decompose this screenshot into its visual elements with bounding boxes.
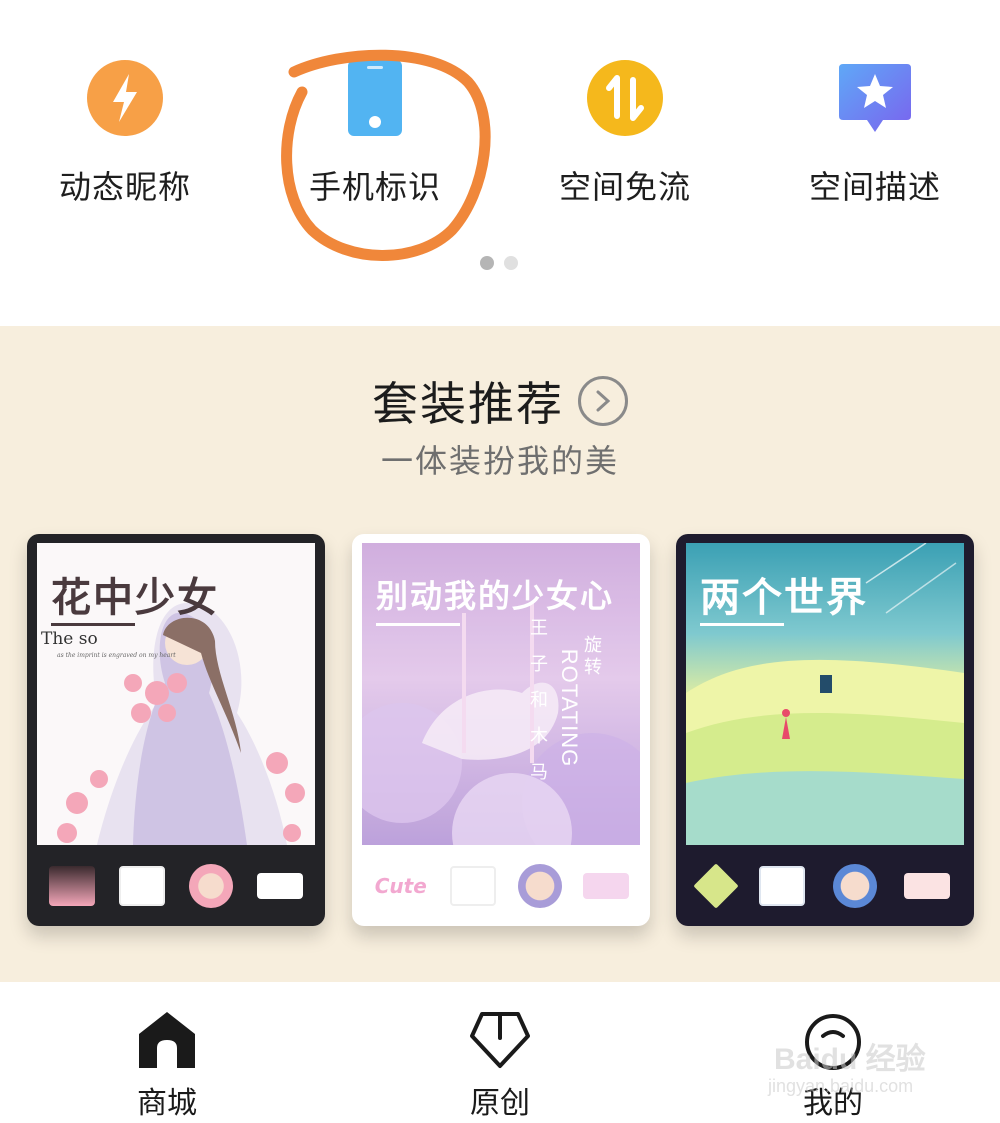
feature-dynamic-nickname[interactable]: 动态昵称 bbox=[0, 58, 250, 208]
profile-icon bbox=[801, 1008, 865, 1072]
suit-card-flower-girl[interactable]: 花中少女 The so as the imprint is engraved o… bbox=[27, 534, 325, 926]
item-thumb-card bbox=[759, 866, 806, 906]
nav-label: 商城 bbox=[137, 1086, 197, 1121]
item-thumb-avatar bbox=[832, 864, 877, 908]
data-transfer-icon bbox=[585, 58, 665, 138]
suit-card-art: 花中少女 The so as the imprint is engraved o… bbox=[37, 543, 315, 845]
suit-title: 套装推荐 bbox=[372, 377, 564, 431]
star-bubble-icon bbox=[835, 58, 915, 138]
pager-dot-active bbox=[480, 256, 494, 270]
card-art-subcaption: as the imprint is engraved on my heart bbox=[57, 652, 176, 659]
suit-card-items bbox=[686, 858, 964, 914]
item-thumb-bubble bbox=[904, 873, 951, 899]
pager-dot bbox=[504, 256, 518, 270]
suit-recommendation: 套装推荐 一体装扮我的美 花中少女 The so as the imprint … bbox=[0, 326, 1000, 982]
item-thumb-diamond bbox=[693, 863, 739, 909]
card-art-caption: The so bbox=[41, 629, 98, 649]
suit-card-art: 别动我的少女心 旋转 ROTATING 王子和木马 bbox=[362, 543, 640, 845]
card-art-subcaption: ROTATING bbox=[557, 648, 583, 768]
suit-card-items bbox=[37, 858, 315, 914]
suit-card-title: 两个世界 bbox=[700, 575, 868, 621]
suit-header[interactable]: 套装推荐 bbox=[0, 368, 1000, 434]
bottom-nav: 商城 原创 我的 bbox=[0, 982, 1000, 1123]
feature-phone-badge[interactable]: 手机标识 bbox=[250, 58, 500, 208]
suit-card-title: 别动我的少女心 bbox=[376, 577, 615, 615]
nav-tab-shop[interactable]: 商城 bbox=[67, 1008, 267, 1122]
feature-label: 空间免流 bbox=[558, 168, 691, 206]
nav-label: 我的 bbox=[803, 1086, 863, 1121]
nav-tab-mine[interactable]: 我的 bbox=[733, 1008, 933, 1122]
card-art-caption: 旋转 bbox=[584, 635, 602, 678]
item-thumb-bubble bbox=[583, 873, 630, 899]
item-thumb-avatar bbox=[517, 864, 562, 908]
home-icon bbox=[135, 1008, 199, 1072]
pager-dots bbox=[480, 256, 518, 270]
nav-tab-original[interactable]: 原创 bbox=[400, 1008, 600, 1122]
title-rule bbox=[700, 623, 784, 626]
chevron-right-icon[interactable] bbox=[578, 376, 628, 426]
feature-zone-description[interactable]: 空间描述 bbox=[750, 58, 1000, 208]
item-thumb-card bbox=[119, 866, 165, 906]
item-thumb-card bbox=[450, 866, 497, 906]
pentagon-icon bbox=[468, 1008, 532, 1072]
feature-label: 空间描述 bbox=[808, 168, 941, 206]
feature-grid: 动态昵称 手机标识 空间免流 空间描述 bbox=[0, 0, 1000, 326]
card-art-vertical-text: 王子和木马 bbox=[530, 618, 548, 783]
feature-label: 动态昵称 bbox=[58, 168, 191, 206]
item-thumb-pendant bbox=[49, 866, 95, 906]
suit-subtitle: 一体装扮我的美 bbox=[380, 442, 619, 480]
item-thumb-badge: Cute bbox=[374, 874, 427, 898]
title-rule bbox=[376, 623, 460, 626]
lightning-icon bbox=[85, 58, 165, 138]
feature-label: 手机标识 bbox=[308, 168, 441, 206]
suit-card-art: 两个世界 bbox=[686, 543, 964, 845]
suit-card-title: 花中少女 bbox=[51, 575, 219, 621]
title-rule bbox=[51, 623, 135, 626]
feature-zone-free-data[interactable]: 空间免流 bbox=[500, 58, 750, 208]
item-thumb-avatar bbox=[189, 864, 233, 908]
item-thumb-bubble bbox=[257, 873, 303, 899]
suit-card-girl-heart[interactable]: 别动我的少女心 旋转 ROTATING 王子和木马 Cute bbox=[352, 534, 650, 926]
suit-card-items: Cute bbox=[362, 858, 640, 914]
phone-icon bbox=[335, 58, 415, 138]
suit-card-two-worlds[interactable]: 两个世界 bbox=[676, 534, 974, 926]
nav-label: 原创 bbox=[470, 1086, 530, 1121]
